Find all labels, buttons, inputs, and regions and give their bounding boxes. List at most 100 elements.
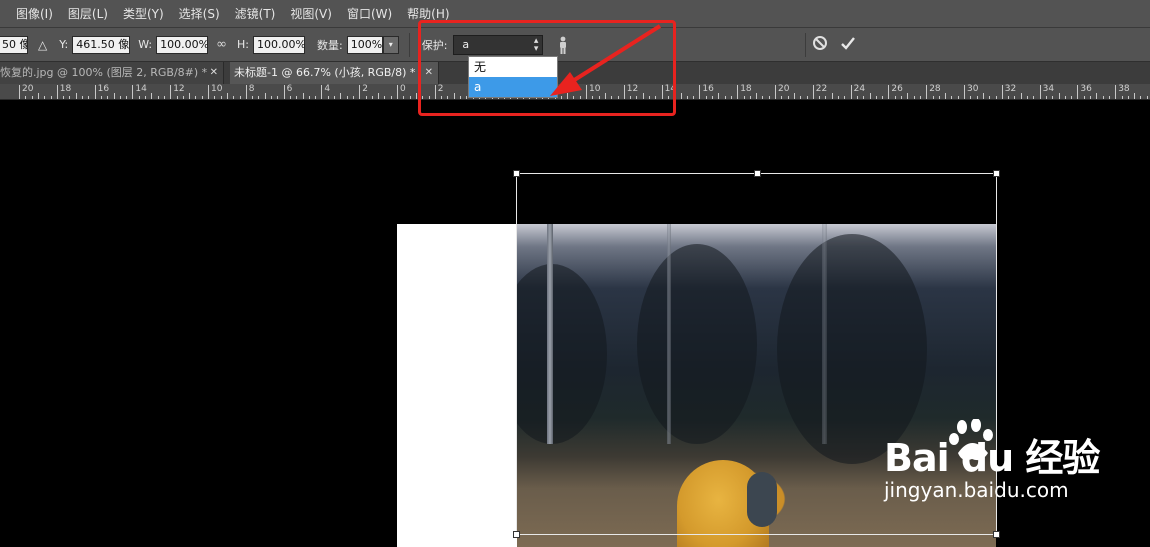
ruler-tick xyxy=(781,96,783,99)
ruler-tick xyxy=(888,85,890,99)
ruler-label: 30 xyxy=(967,84,979,94)
ruler-tick xyxy=(787,96,789,99)
ruler-tick xyxy=(1071,96,1073,99)
ruler-tick xyxy=(289,96,291,99)
ruler-label: 18 xyxy=(740,84,752,94)
transform-handle[interactable] xyxy=(513,170,520,177)
ruler-tick xyxy=(1083,96,1085,99)
ruler-tick xyxy=(163,96,165,99)
ruler-tick xyxy=(56,85,58,99)
ruler-tick xyxy=(359,85,361,99)
ruler-tick xyxy=(812,85,814,99)
ruler-tick xyxy=(37,93,39,99)
ruler-tick xyxy=(749,96,751,99)
ruler-tick xyxy=(1127,96,1129,99)
menu-image[interactable]: 图像(I) xyxy=(16,5,53,22)
tab-untitled-1[interactable]: 未标题-1 @ 66.7% (小孩, RGB/8) * ✕ xyxy=(230,62,439,84)
cancel-transform-icon[interactable] xyxy=(812,35,828,54)
ruler-tick xyxy=(283,85,285,99)
ruler-tick xyxy=(195,96,197,99)
transform-handle[interactable] xyxy=(754,170,761,177)
ruler-tick xyxy=(680,93,682,99)
ruler-tick xyxy=(100,96,102,99)
menu-select[interactable]: 选择(S) xyxy=(179,5,220,22)
ruler-tick xyxy=(88,96,90,99)
tab-recovered-jpg[interactable]: 恢复的.jpg @ 100% (图层 2, RGB/8#) * ✕ xyxy=(0,62,224,84)
amount-field[interactable]: 100% xyxy=(346,35,383,54)
ruler-tick xyxy=(907,93,909,99)
delta-icon[interactable]: △ xyxy=(38,38,47,52)
x-field[interactable]: 50 像 xyxy=(0,35,28,54)
menu-type[interactable]: 类型(Y) xyxy=(123,5,164,22)
ruler-tick xyxy=(308,96,310,99)
ruler-tick xyxy=(145,96,146,99)
ruler-tick xyxy=(132,85,134,99)
ruler-tick xyxy=(371,96,373,99)
commit-transform-icon[interactable] xyxy=(840,35,856,54)
ruler-tick xyxy=(138,96,140,99)
ruler-tick xyxy=(31,96,33,99)
ruler-tick xyxy=(352,96,354,99)
amount-dropdown-button[interactable]: ▾ xyxy=(382,35,399,54)
ruler-tick xyxy=(825,96,827,99)
ruler-tick xyxy=(762,96,764,99)
ruler-tick xyxy=(390,96,392,99)
ruler-tick xyxy=(938,96,940,99)
ruler-tick xyxy=(170,85,172,99)
ruler-label: 0 xyxy=(400,84,406,94)
w-field[interactable]: 100.00% xyxy=(156,35,209,54)
ruler-tick xyxy=(743,96,745,99)
ruler-tick xyxy=(913,96,915,99)
ruler-tick xyxy=(44,96,46,99)
ruler-tick xyxy=(1039,85,1041,99)
menu-window[interactable]: 窗口(W) xyxy=(347,5,392,22)
ruler-tick xyxy=(793,93,795,99)
close-icon[interactable]: ✕ xyxy=(210,62,218,84)
ruler-label: 6 xyxy=(286,84,293,94)
transform-handle[interactable] xyxy=(993,170,1000,177)
ruler-label: 22 xyxy=(815,84,828,94)
ruler-label: 34 xyxy=(1042,84,1055,94)
ruler-tick xyxy=(1134,93,1136,99)
ruler-tick xyxy=(1008,96,1010,99)
ruler-tick xyxy=(951,96,953,99)
ruler-tick xyxy=(82,96,83,99)
ruler-tick xyxy=(1115,85,1117,99)
ruler-tick xyxy=(1027,96,1028,99)
h-field[interactable]: 100.00% xyxy=(252,35,305,54)
transform-handle[interactable] xyxy=(513,531,520,538)
ruler-tick xyxy=(919,96,921,99)
ruler-tick xyxy=(1077,85,1079,99)
ruler-tick xyxy=(1064,96,1066,99)
menu-view[interactable]: 视图(V) xyxy=(290,5,332,22)
ruler-tick xyxy=(176,96,178,99)
menu-layer[interactable]: 图层(L) xyxy=(68,5,108,22)
menu-filter[interactable]: 滤镜(T) xyxy=(235,5,276,22)
tab-label: 恢复的.jpg @ 100% (图层 2, RGB/8#) * xyxy=(0,66,208,79)
ruler-tick xyxy=(1045,96,1047,99)
link-icon[interactable]: ∞ xyxy=(216,37,227,52)
ruler-tick xyxy=(863,96,865,99)
ruler-tick xyxy=(1001,85,1003,99)
ruler-tick xyxy=(724,96,726,99)
ruler-tick xyxy=(157,96,159,99)
ruler-tick xyxy=(693,96,695,99)
ruler-label: 4 xyxy=(324,84,331,94)
ruler-tick xyxy=(25,96,27,99)
ruler-tick xyxy=(1102,96,1104,99)
transform-handle[interactable] xyxy=(993,531,1000,538)
ruler-tick xyxy=(327,96,329,99)
ruler-label: 14 xyxy=(135,84,147,94)
ruler-tick xyxy=(233,96,235,99)
ruler-tick xyxy=(50,96,52,99)
ruler-tick xyxy=(19,85,20,99)
ruler-tick xyxy=(970,96,972,99)
ruler-tick xyxy=(1033,96,1035,99)
y-field[interactable]: 461.50 像 xyxy=(72,35,131,54)
ruler-tick xyxy=(712,96,713,99)
ruler-tick xyxy=(182,96,184,99)
ruler-tick xyxy=(901,96,902,99)
ruler-tick xyxy=(831,93,833,99)
ruler-tick xyxy=(214,96,216,99)
ruler-tick xyxy=(800,96,802,99)
